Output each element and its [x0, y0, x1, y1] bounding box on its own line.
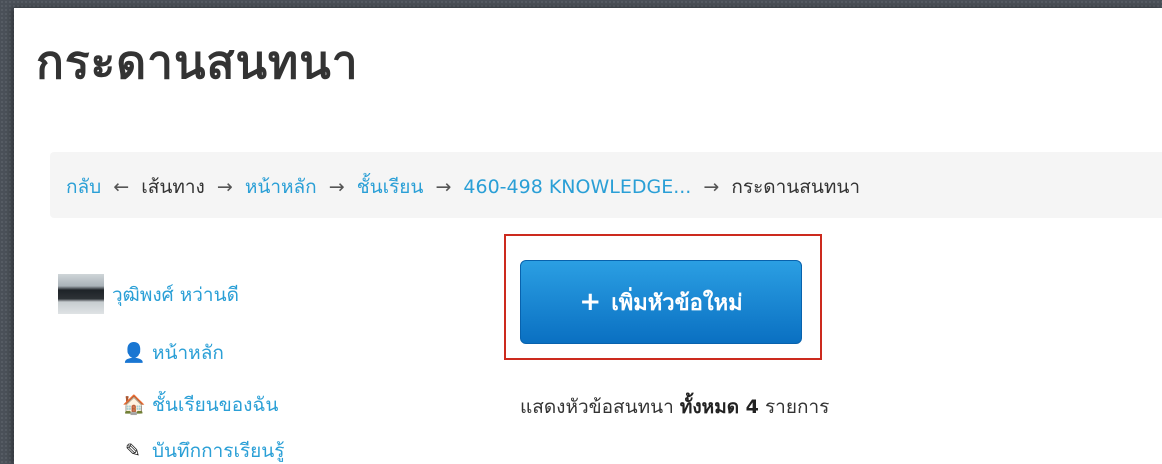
breadcrumb-separator: →	[216, 176, 233, 198]
page-title: กระดานสนทนา	[36, 35, 359, 89]
breadcrumb-separator: →	[328, 176, 345, 198]
sidebar-item-learning-log[interactable]: ✎ บันทึกการเรียนรู้	[122, 436, 284, 464]
user-icon: 👤	[122, 342, 146, 364]
plus-icon: +	[579, 287, 602, 317]
breadcrumb-label: เส้นทาง	[141, 176, 205, 198]
sidebar-item-label: ชั้นเรียนของฉัน	[152, 394, 279, 416]
breadcrumb-item-classes[interactable]: ชั้นเรียน	[357, 176, 424, 198]
add-topic-label: เพิ่มหัวข้อใหม่	[611, 290, 743, 316]
breadcrumb-back-link[interactable]: กลับ	[66, 176, 101, 198]
topic-count-summary: แสดงหัวข้อสนทนา ทั้งหมด 4 รายการ	[520, 392, 829, 422]
summary-prefix: แสดงหัวข้อสนทนา	[520, 396, 674, 418]
summary-suffix: รายการ	[764, 396, 830, 418]
back-arrow-icon: ←	[113, 176, 130, 198]
breadcrumb-current: กระดานสนทนา	[731, 176, 861, 198]
add-topic-button[interactable]: + เพิ่มหัวข้อใหม่	[520, 260, 802, 344]
pencil-icon: ✎	[125, 440, 141, 462]
avatar[interactable]	[58, 274, 104, 314]
content-panel: กระดานสนทนา กลับ ← เส้นทาง → หน้าหลัก → …	[14, 8, 1162, 464]
breadcrumb-item-course[interactable]: 460-498 KNOWLEDGE...	[463, 176, 691, 198]
summary-count: ทั้งหมด 4	[679, 396, 759, 418]
breadcrumb-separator: →	[703, 176, 720, 198]
breadcrumb: กลับ ← เส้นทาง → หน้าหลัก → ชั้นเรียน → …	[50, 152, 1162, 218]
sidebar-item-label: หน้าหลัก	[152, 342, 224, 364]
user-name-link[interactable]: วุฒิพงศ์ หว่านดี	[112, 280, 239, 310]
breadcrumb-item-home[interactable]: หน้าหลัก	[245, 176, 317, 198]
home-icon: 🏠	[122, 394, 146, 416]
sidebar-item-label: บันทึกการเรียนรู้	[152, 440, 285, 462]
sidebar-item-my-classes[interactable]: 🏠 ชั้นเรียนของฉัน	[122, 390, 278, 420]
sidebar-item-home[interactable]: 👤 หน้าหลัก	[122, 338, 224, 368]
breadcrumb-separator: →	[435, 176, 452, 198]
